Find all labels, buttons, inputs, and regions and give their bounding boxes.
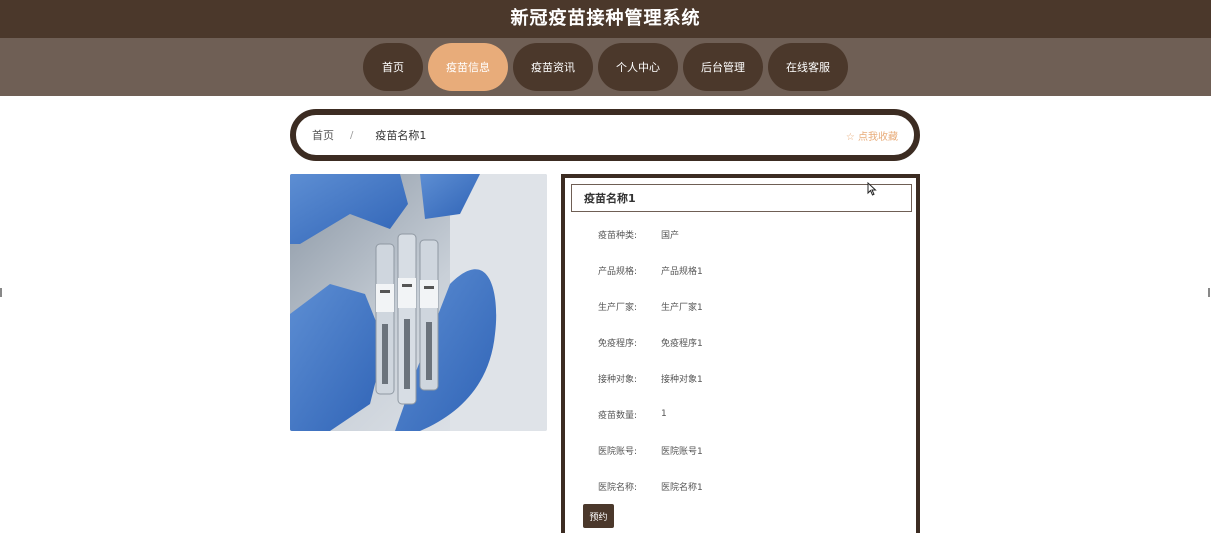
- field-label: 生产厂家:: [597, 302, 637, 313]
- field-value: 1: [661, 409, 667, 419]
- nav-item-customer-service[interactable]: 在线客服: [768, 43, 848, 91]
- field-row-vaccine-quantity: 疫苗数量: 1: [565, 406, 905, 422]
- field-row-hospital-account: 医院账号: 医院账号1: [565, 442, 905, 458]
- breadcrumb-separator: /: [350, 129, 354, 141]
- field-row-vaccine-type: 疫苗种类: 国产: [565, 226, 905, 242]
- field-label: 医院账号:: [597, 446, 637, 457]
- field-row-product-spec: 产品规格: 产品规格1: [565, 262, 905, 278]
- field-row-hospital-name: 医院名称: 医院名称1: [565, 478, 905, 494]
- site-title: 新冠疫苗接种管理系统: [510, 8, 701, 29]
- reserve-button[interactable]: 预约: [583, 504, 614, 528]
- field-value: 免疫程序1: [661, 338, 703, 349]
- main-nav: 首页 疫苗信息 疫苗资讯 个人中心 后台管理 在线客服: [0, 38, 1211, 96]
- header-bar: 新冠疫苗接种管理系统: [0, 0, 1211, 38]
- nav-item-home[interactable]: 首页: [363, 43, 423, 91]
- favorite-button[interactable]: ☆ 点我收藏: [846, 128, 898, 143]
- nav-item-personal-center[interactable]: 个人中心: [598, 43, 678, 91]
- field-row-manufacturer: 生产厂家: 生产厂家1: [565, 298, 905, 314]
- field-label: 免疫程序:: [597, 338, 637, 349]
- breadcrumb-home-link[interactable]: 首页: [312, 127, 334, 143]
- vaccine-photo-illustration: [290, 174, 547, 431]
- field-value: 产品规格1: [661, 266, 703, 277]
- detail-title: 疫苗名称1: [571, 184, 912, 212]
- right-edge-marker: [1208, 288, 1210, 297]
- field-label: 产品规格:: [597, 266, 637, 277]
- field-value: 国产: [661, 230, 680, 241]
- field-label: 医院名称:: [597, 482, 637, 493]
- left-edge-marker: [0, 288, 2, 297]
- field-value: 接种对象1: [661, 374, 703, 385]
- field-label: 疫苗种类:: [597, 230, 637, 241]
- field-value: 生产厂家1: [661, 302, 703, 313]
- field-row-target-group: 接种对象: 接种对象1: [565, 370, 905, 386]
- mouse-cursor-icon: [867, 182, 877, 196]
- nav-item-admin[interactable]: 后台管理: [683, 43, 763, 91]
- field-value: 医院名称1: [661, 482, 703, 493]
- vaccine-detail-panel: 疫苗名称1 疫苗种类: 国产 产品规格: 产品规格1 生产厂家: 生产厂家1 免…: [561, 174, 920, 533]
- breadcrumb: 首页 / 疫苗名称1 ☆ 点我收藏: [290, 109, 920, 161]
- field-label: 接种对象:: [597, 374, 637, 385]
- field-label: 疫苗数量:: [597, 410, 637, 421]
- breadcrumb-current: 疫苗名称1: [375, 129, 427, 142]
- vaccine-image: [290, 174, 547, 431]
- nav-item-vaccine-news[interactable]: 疫苗资讯: [513, 43, 593, 91]
- field-row-immunization-schedule: 免疫程序: 免疫程序1: [565, 334, 905, 350]
- nav-item-vaccine-info[interactable]: 疫苗信息: [428, 43, 508, 91]
- field-value: 医院账号1: [661, 446, 703, 457]
